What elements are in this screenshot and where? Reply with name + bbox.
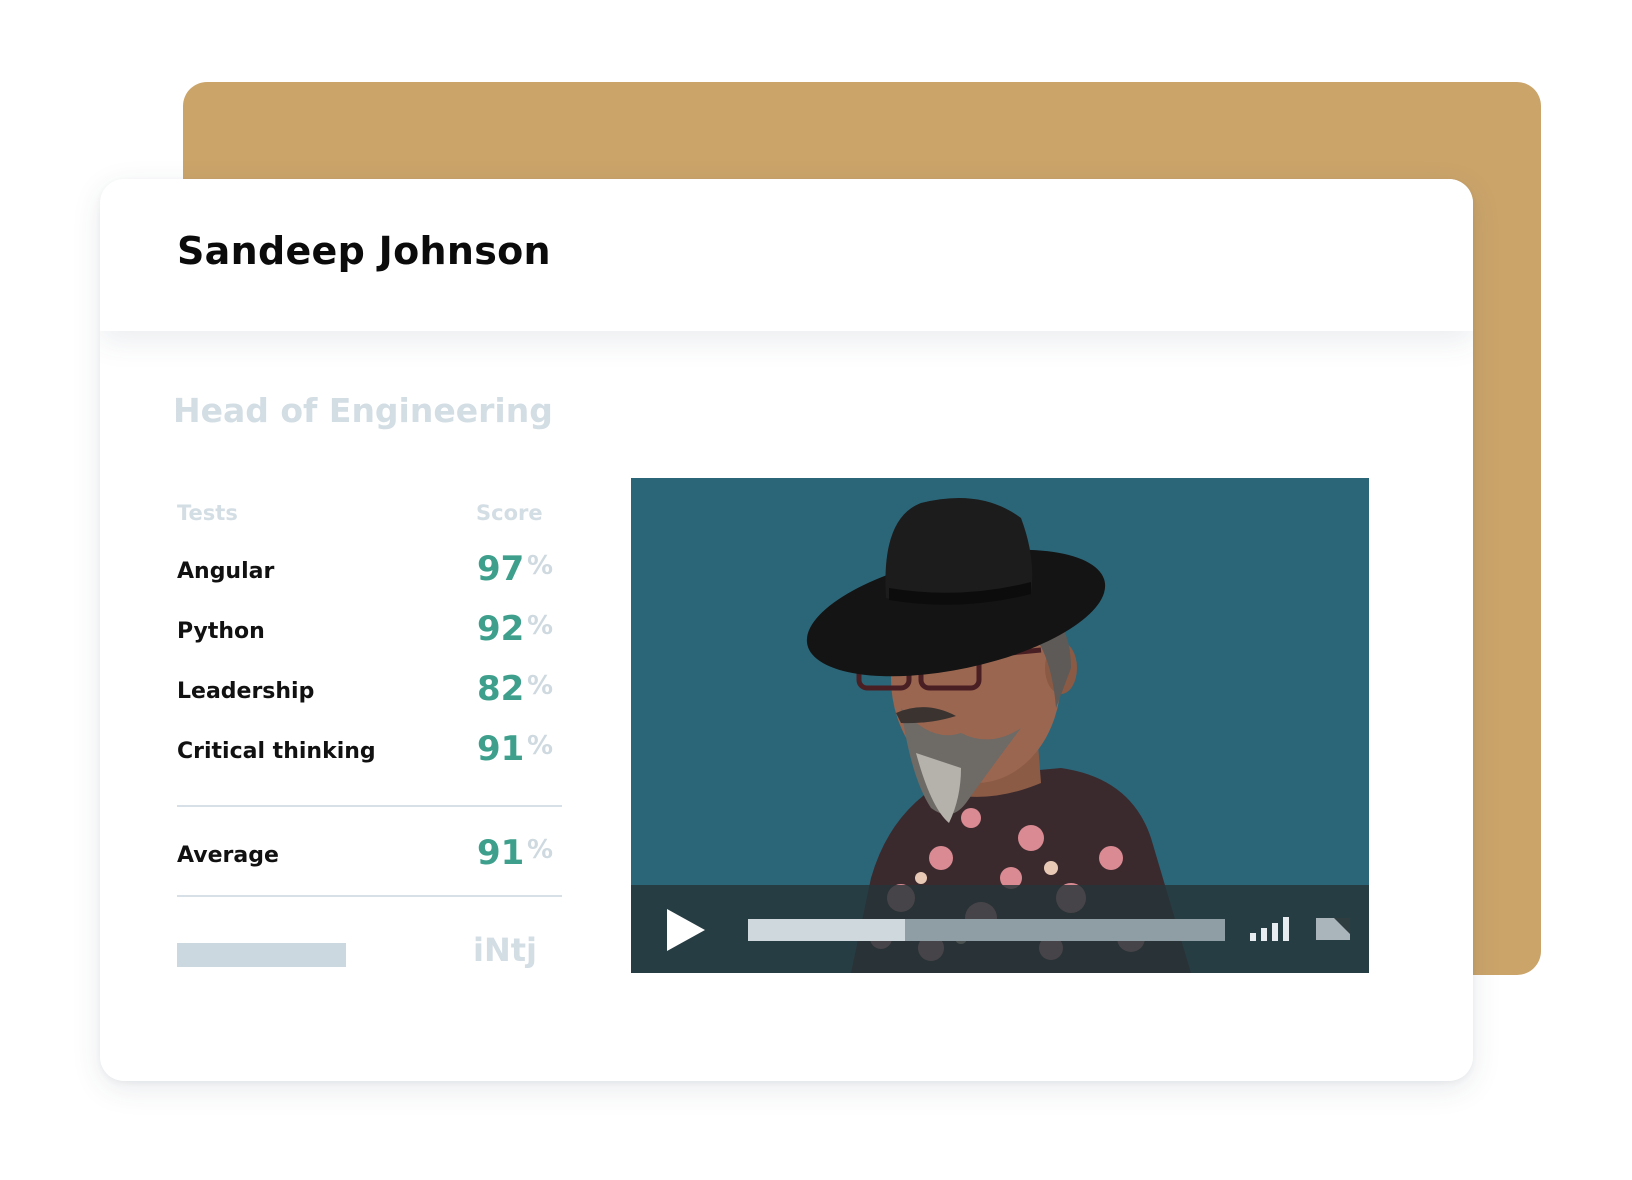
average-row: Average 91 % (177, 833, 562, 893)
table-row: Leadership 82 % (177, 669, 562, 729)
personality-type: iNtj (473, 931, 538, 969)
tests-table: Angular 97 % Python 92 % Leadership 82 %… (177, 549, 562, 789)
table-row: Angular 97 % (177, 549, 562, 609)
test-score: 91 (477, 729, 525, 769)
test-name: Leadership (177, 679, 315, 704)
play-icon[interactable] (661, 905, 711, 955)
card-header: Sandeep Johnson (100, 179, 1473, 331)
table-row: Python 92 % (177, 609, 562, 669)
test-name: Angular (177, 559, 275, 584)
candidate-name: Sandeep Johnson (177, 229, 551, 273)
average-label: Average (177, 843, 279, 868)
test-name: Critical thinking (177, 739, 376, 764)
video-player[interactable] (631, 478, 1369, 973)
table-row: Critical thinking 91 % (177, 729, 562, 789)
percent-icon: % (527, 671, 554, 701)
divider (177, 805, 562, 807)
personality-bar (177, 943, 346, 967)
average-score: 91 (477, 833, 525, 873)
progress-fill (748, 919, 906, 941)
percent-icon: % (527, 551, 554, 581)
divider (177, 895, 562, 897)
percent-icon: % (527, 611, 554, 641)
percent-icon: % (527, 835, 554, 865)
progress-bar[interactable] (748, 919, 1225, 941)
test-score: 92 (477, 609, 525, 649)
percent-icon: % (527, 731, 554, 761)
volume-bars-icon[interactable] (1248, 917, 1294, 941)
test-name: Python (177, 619, 265, 644)
fullscreen-icon[interactable] (1316, 918, 1350, 940)
candidate-card: Sandeep Johnson Head of Engineering Test… (100, 179, 1473, 1081)
tests-column-header: Tests (177, 501, 238, 525)
job-title: Head of Engineering (173, 391, 553, 430)
test-score: 97 (477, 549, 525, 589)
video-controls (631, 885, 1369, 973)
score-column-header: Score (476, 501, 543, 525)
test-score: 82 (477, 669, 525, 709)
